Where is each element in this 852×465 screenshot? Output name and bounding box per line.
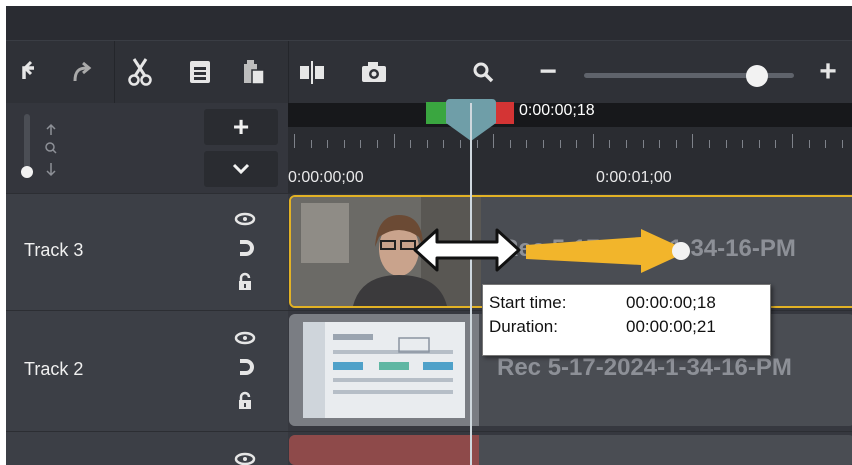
toolbar-divider [288, 41, 289, 103]
ruler-tick [692, 134, 694, 148]
tooltip-start-value: 00:00:00;18 [626, 293, 716, 312]
clip-timing-tooltip: Start time: 00:00:00;18 Duration: 00:00:… [482, 284, 771, 356]
ruler-tick [393, 134, 395, 148]
ruler-tick [841, 140, 843, 148]
ruler-tick [758, 140, 760, 148]
split-button[interactable] [290, 49, 334, 95]
zoom-in-button[interactable]: + [806, 49, 850, 95]
tooltip-duration-value: 00:00:00;21 [626, 317, 716, 336]
undo-button[interactable] [6, 49, 50, 95]
zoom-search-button[interactable] [461, 49, 505, 95]
ruler-tick [609, 140, 611, 148]
zoom-in-icon: + [819, 55, 837, 88]
ruler-tick [742, 140, 744, 148]
copy-icon [190, 61, 210, 83]
ruler-tick [426, 140, 428, 148]
ruler-tick [642, 140, 644, 148]
zoom-slider-thumb[interactable] [746, 65, 768, 87]
ruler-label-1s: 0:00:01;00 [596, 169, 672, 186]
playhead-line [470, 103, 472, 465]
eye-icon[interactable] [234, 212, 256, 226]
ruler-label-start: 0:00:00;00 [288, 169, 364, 186]
ruler-tick [526, 140, 528, 148]
paste-button[interactable] [232, 49, 276, 95]
tooltip-start-label: Start time: [489, 293, 567, 312]
cut-button[interactable] [118, 49, 162, 95]
track-height-zoom-icon [45, 123, 57, 177]
ruler-tick [310, 140, 312, 148]
ruler-tick [294, 134, 295, 148]
ruler-tick [626, 140, 627, 148]
ruler-tick [792, 134, 793, 148]
add-track-button[interactable]: + [204, 109, 278, 145]
ruler-tick [825, 140, 827, 148]
track-2-clip-name: Rec 5-17-2024-1-34-16-PM [497, 354, 792, 381]
zoom-out-button[interactable]: − [526, 49, 570, 95]
snapshot-icon [362, 62, 386, 82]
toolbar-divider [114, 41, 115, 103]
magnet-icon[interactable] [236, 357, 254, 379]
copy-button[interactable] [178, 49, 222, 95]
track-height-slider[interactable] [24, 114, 30, 174]
top-strip [6, 6, 852, 40]
ruler-tick [725, 140, 727, 148]
clip-thumbnail-screen [289, 314, 479, 426]
ruler-tick [592, 134, 594, 148]
add-icon: + [232, 111, 250, 142]
ruler-tick [808, 140, 810, 148]
ruler-tick [659, 140, 661, 148]
eye-icon[interactable] [234, 331, 256, 345]
ruler-tick [576, 140, 578, 148]
tooltip-duration-label: Duration: [489, 317, 558, 336]
lock-icon[interactable] [236, 272, 254, 292]
lock-icon[interactable] [236, 391, 254, 411]
ruler-tick [775, 140, 777, 148]
ruler-tick [410, 140, 412, 148]
ruler-tick [360, 140, 362, 148]
snapshot-button[interactable] [352, 49, 396, 95]
track-1-clip[interactable] [289, 435, 852, 465]
track-3-header: Track 3 [6, 193, 288, 311]
ruler-tick [327, 140, 329, 148]
redo-button[interactable] [60, 49, 104, 95]
track-1-header [6, 431, 288, 465]
timeline-toolbar: − + [6, 40, 852, 103]
clip-thumbnail-red [289, 435, 479, 465]
track-3-name: Track 3 [24, 240, 84, 260]
split-icon [300, 61, 324, 84]
ruler-tick [543, 140, 544, 148]
zoom-out-icon: − [539, 55, 557, 88]
cut-icon [128, 58, 152, 86]
track-2-name: Track 2 [24, 359, 84, 379]
track-height-slider-thumb[interactable] [21, 166, 33, 178]
timeline-editor: − + + 0:00:00;00 0:00:01;00 0:00:00;18 T… [6, 6, 852, 465]
ruler-tick [377, 140, 378, 148]
ruler-tick [343, 140, 345, 148]
paste-icon [244, 60, 265, 85]
chevron-down-icon [232, 163, 250, 175]
zoom-search-icon [473, 62, 494, 83]
undo-icon [22, 60, 34, 79]
resize-cursor-icon [413, 228, 521, 272]
redo-icon [73, 61, 92, 82]
track-2-header: Track 2 [6, 310, 288, 432]
ruler-tick [509, 140, 511, 148]
magnet-icon[interactable] [236, 238, 254, 260]
ruler-tick [559, 140, 561, 148]
playhead-timecode: 0:00:00;18 [519, 102, 595, 119]
ruler-tick [675, 140, 677, 148]
ruler-tick [709, 140, 710, 148]
eye-icon[interactable] [234, 452, 256, 465]
collapse-tracks-button[interactable] [204, 151, 278, 187]
